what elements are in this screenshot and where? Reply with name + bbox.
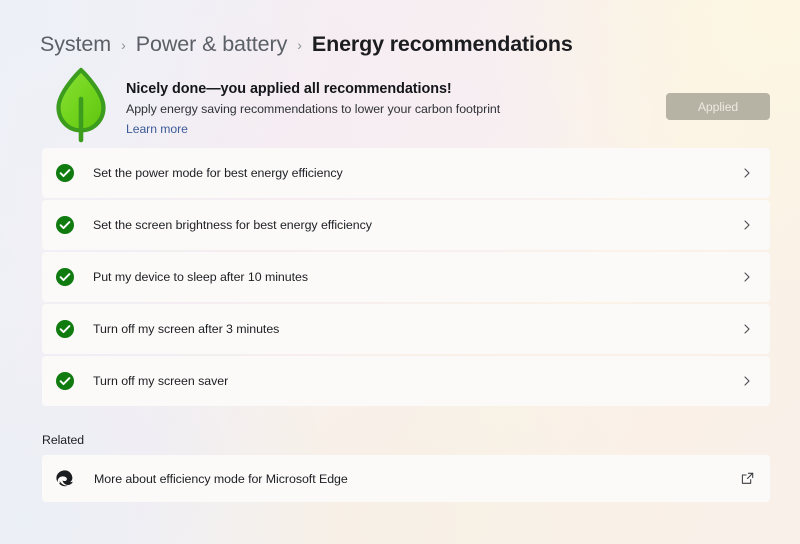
recommendation-label: Put my device to sleep after 10 minutes	[93, 270, 308, 284]
chevron-right-icon	[741, 375, 753, 387]
breadcrumb: System › Power & battery › Energy recomm…	[40, 28, 573, 60]
page-title: Energy recommendations	[311, 31, 573, 56]
chevron-right-icon	[741, 167, 753, 179]
recommendations-list: Set the power mode for best energy effic…	[42, 148, 770, 408]
breadcrumb-item-system[interactable]: System	[40, 32, 111, 57]
recommendation-row-screen-saver[interactable]: Turn off my screen saver	[42, 356, 770, 406]
chevron-right-icon	[741, 271, 753, 283]
chevron-right-icon	[741, 219, 753, 231]
summary-subtitle: Apply energy saving recommendations to l…	[126, 102, 501, 116]
learn-more-link[interactable]: Learn more	[126, 122, 188, 136]
check-circle-icon	[56, 164, 74, 182]
open-in-new-window-icon	[741, 472, 754, 485]
settings-page: System › Power & battery › Energy recomm…	[0, 0, 800, 544]
microsoft-edge-icon	[55, 469, 75, 489]
check-circle-icon	[56, 216, 74, 234]
recommendation-row-power-mode[interactable]: Set the power mode for best energy effic…	[42, 148, 770, 198]
recommendation-label: Turn off my screen after 3 minutes	[93, 322, 280, 336]
leaf-icon	[50, 66, 112, 144]
recommendation-row-screen-brightness[interactable]: Set the screen brightness for best energ…	[42, 200, 770, 250]
recommendation-label: Set the screen brightness for best energ…	[93, 218, 372, 232]
related-section-heading: Related	[42, 433, 85, 447]
energy-summary-header: Nicely done—you applied all recommendati…	[42, 66, 770, 144]
related-link-label: More about efficiency mode for Microsoft…	[94, 471, 348, 486]
summary-title: Nicely done—you applied all recommendati…	[126, 81, 452, 97]
apply-all-button[interactable]: Applied	[666, 93, 770, 120]
related-link-edge-efficiency-mode[interactable]: More about efficiency mode for Microsoft…	[42, 455, 770, 502]
chevron-right-icon	[741, 323, 753, 335]
energy-summary-text: Nicely done—you applied all recommendati…	[126, 80, 626, 138]
breadcrumb-separator-icon: ›	[297, 37, 302, 53]
check-circle-icon	[56, 372, 74, 390]
recommendation-label: Turn off my screen saver	[93, 374, 229, 388]
breadcrumb-item-power-and-battery[interactable]: Power & battery	[136, 32, 288, 57]
recommendation-row-screen-timeout[interactable]: Turn off my screen after 3 minutes	[42, 304, 770, 354]
check-circle-icon	[56, 268, 74, 286]
recommendation-label: Set the power mode for best energy effic…	[93, 166, 343, 180]
breadcrumb-separator-icon: ›	[121, 37, 126, 53]
check-circle-icon	[56, 320, 74, 338]
recommendation-row-sleep-timeout[interactable]: Put my device to sleep after 10 minutes	[42, 252, 770, 302]
